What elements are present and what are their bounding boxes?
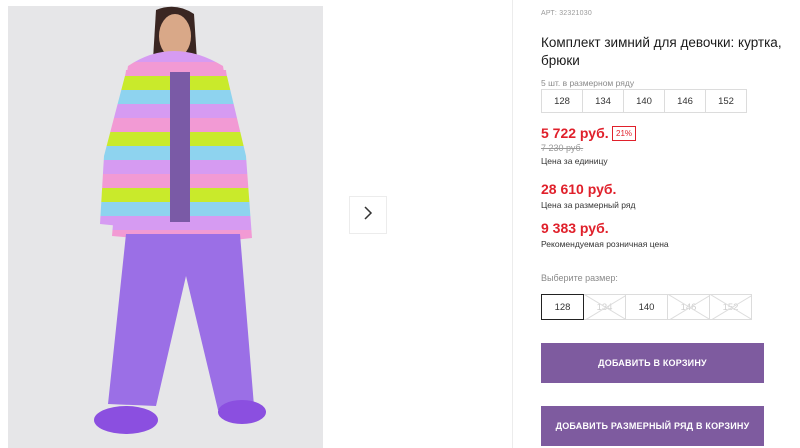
divider [512,0,513,448]
discount-badge: 21% [612,126,637,141]
pack-size-cell: 134 [582,89,624,113]
row-price: 28 610 руб. [541,181,617,197]
choose-size-label: Выберите размер: [541,273,618,283]
size-selector: 128 134 140 146 152 [541,294,752,320]
size-option-140[interactable]: 140 [625,294,668,320]
add-to-cart-button[interactable]: ДОБАВИТЬ В КОРЗИНУ [541,343,764,383]
pack-sizes-row: 128 134 140 146 152 [541,89,747,113]
product-photo-illustration [8,6,323,448]
pack-size-cell: 146 [664,89,706,113]
size-option-146: 146 [667,294,710,320]
pack-size-label: 5 шт. в размерном ряду [541,78,635,88]
row-price-label: Цена за размерный ряд [541,200,636,210]
rrp-price: 9 383 руб. [541,220,609,236]
product-title: Комплект зимний для девочки: куртка, брю… [541,35,782,68]
product-gallery [0,0,330,448]
article-number: АРТ: 32321030 [541,10,592,17]
pack-size-cell: 128 [541,89,583,113]
chevron-right-icon [362,205,374,225]
rrp-price-label: Рекомендуемая розничная цена [541,239,669,249]
pack-size-cell: 140 [623,89,665,113]
product-photo [8,6,323,448]
size-option-152: 152 [709,294,752,320]
size-option-134: 134 [583,294,626,320]
add-size-row-to-cart-button[interactable]: ДОБАВИТЬ РАЗМЕРНЫЙ РЯД В КОРЗИНУ [541,406,764,446]
unit-price-label: Цена за единицу [541,156,608,166]
size-option-128[interactable]: 128 [541,294,584,320]
pack-size-cell: 152 [705,89,747,113]
old-price: 7 230 руб. [541,143,584,153]
gallery-next-button[interactable] [349,196,387,234]
unit-price: 5 722 руб. [541,125,609,141]
